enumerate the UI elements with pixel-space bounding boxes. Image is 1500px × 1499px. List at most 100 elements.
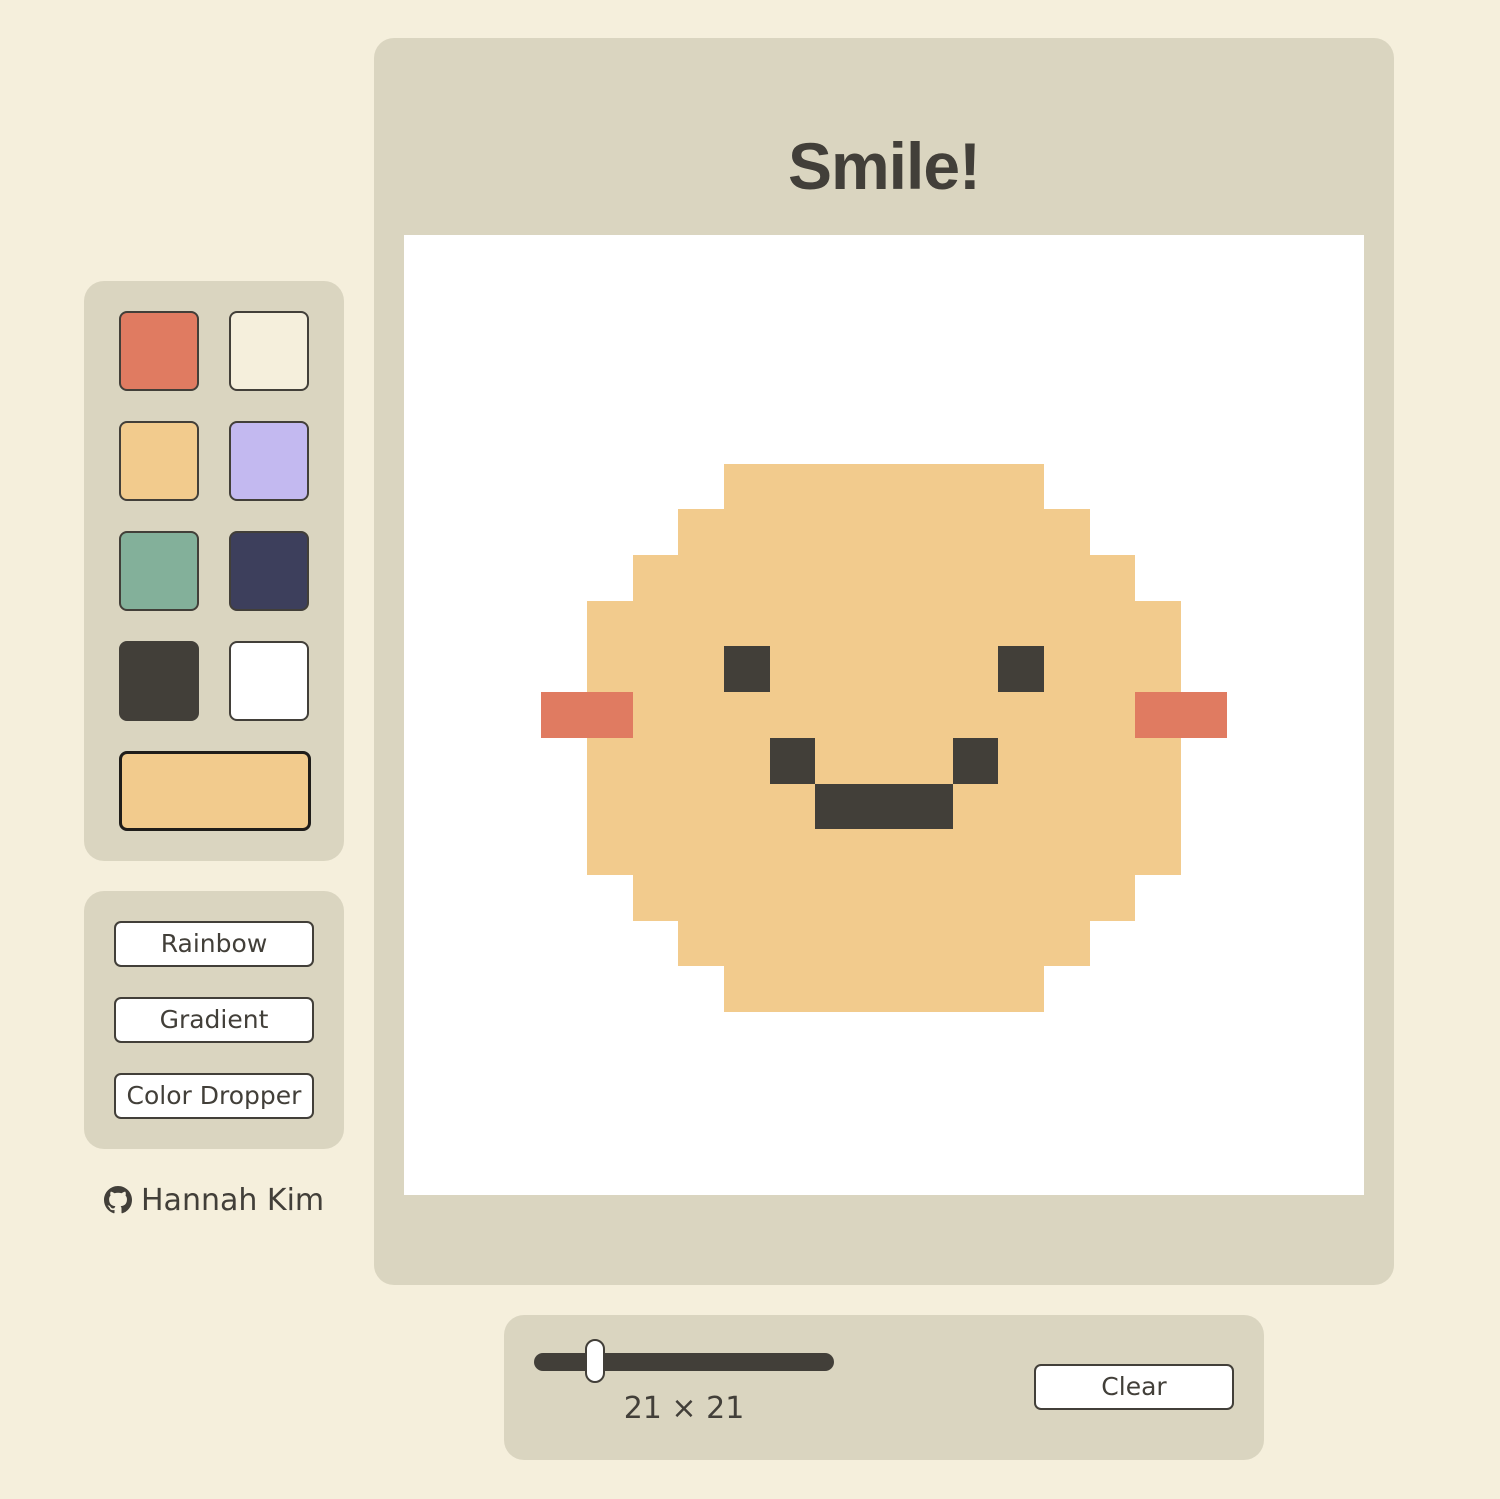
pixel[interactable] bbox=[906, 600, 953, 647]
pixel[interactable] bbox=[541, 829, 587, 875]
pixel[interactable] bbox=[815, 372, 862, 418]
rainbow-button[interactable]: Rainbow bbox=[114, 921, 314, 967]
pixel[interactable] bbox=[404, 646, 450, 693]
pixel[interactable] bbox=[1135, 1057, 1182, 1104]
pixel[interactable] bbox=[678, 737, 724, 784]
pixel[interactable] bbox=[906, 920, 953, 967]
pixel[interactable] bbox=[815, 875, 862, 921]
pixel[interactable] bbox=[724, 966, 770, 1013]
pixel[interactable] bbox=[952, 600, 999, 647]
pixel[interactable] bbox=[1135, 966, 1182, 1013]
swatch-white[interactable] bbox=[229, 641, 309, 721]
pixel[interactable] bbox=[1226, 280, 1273, 327]
pixel[interactable] bbox=[449, 646, 496, 693]
pixel[interactable] bbox=[1181, 875, 1227, 921]
pixel[interactable] bbox=[1044, 737, 1090, 784]
pixel[interactable] bbox=[404, 920, 450, 967]
pixel[interactable] bbox=[541, 737, 587, 784]
pixel[interactable] bbox=[678, 235, 724, 281]
pixel[interactable] bbox=[1226, 326, 1273, 373]
pixel[interactable] bbox=[1226, 463, 1273, 510]
pixel[interactable] bbox=[404, 463, 450, 510]
pixel[interactable] bbox=[1044, 600, 1090, 647]
pixel[interactable] bbox=[449, 737, 496, 784]
pixel[interactable] bbox=[632, 235, 679, 281]
pixel[interactable] bbox=[952, 372, 999, 418]
pixel[interactable] bbox=[1272, 1103, 1319, 1150]
pixel[interactable] bbox=[769, 417, 816, 464]
pixel[interactable] bbox=[678, 1057, 724, 1104]
pixel[interactable] bbox=[541, 600, 587, 647]
pixel[interactable] bbox=[1089, 326, 1136, 373]
pixel[interactable] bbox=[404, 280, 450, 327]
pixel[interactable] bbox=[1135, 235, 1182, 281]
pixel[interactable] bbox=[815, 1103, 862, 1150]
pixel[interactable] bbox=[1044, 920, 1090, 967]
pixel[interactable] bbox=[404, 555, 450, 601]
pixel[interactable] bbox=[998, 235, 1044, 281]
pixel[interactable] bbox=[1135, 326, 1182, 373]
pixel[interactable] bbox=[1089, 692, 1136, 738]
pixel[interactable] bbox=[906, 235, 953, 281]
pixel[interactable] bbox=[1135, 829, 1182, 875]
pixel[interactable] bbox=[495, 463, 542, 510]
pixel[interactable] bbox=[632, 920, 679, 967]
pixel[interactable] bbox=[541, 1057, 587, 1104]
pixel[interactable] bbox=[1089, 1012, 1136, 1058]
pixel[interactable] bbox=[861, 235, 907, 281]
pixel[interactable] bbox=[1318, 692, 1364, 738]
pixel[interactable] bbox=[998, 417, 1044, 464]
pixel[interactable] bbox=[724, 1149, 770, 1195]
pixel[interactable] bbox=[1181, 280, 1227, 327]
pixel[interactable] bbox=[998, 600, 1044, 647]
pixel[interactable] bbox=[632, 280, 679, 327]
pixel[interactable] bbox=[404, 600, 450, 647]
pixel[interactable] bbox=[586, 509, 633, 555]
pixel[interactable] bbox=[1181, 783, 1227, 830]
pixel[interactable] bbox=[586, 646, 633, 693]
pixel[interactable] bbox=[586, 737, 633, 784]
pixel[interactable] bbox=[952, 966, 999, 1013]
pixel[interactable] bbox=[769, 555, 816, 601]
pixel[interactable] bbox=[632, 555, 679, 601]
pixel[interactable] bbox=[1044, 463, 1090, 510]
pixel[interactable] bbox=[632, 692, 679, 738]
pixel[interactable] bbox=[861, 966, 907, 1013]
pixel[interactable] bbox=[815, 737, 862, 784]
pixel[interactable] bbox=[952, 1057, 999, 1104]
pixel[interactable] bbox=[998, 829, 1044, 875]
pixel[interactable] bbox=[1318, 235, 1364, 281]
pixel[interactable] bbox=[1181, 372, 1227, 418]
pixel[interactable] bbox=[1089, 875, 1136, 921]
pixel[interactable] bbox=[1181, 1012, 1227, 1058]
pixel[interactable] bbox=[861, 326, 907, 373]
pixel[interactable] bbox=[449, 1057, 496, 1104]
pixel[interactable] bbox=[861, 600, 907, 647]
pixel[interactable] bbox=[1226, 920, 1273, 967]
pixel[interactable] bbox=[678, 1012, 724, 1058]
pixel[interactable] bbox=[906, 417, 953, 464]
pixel[interactable] bbox=[449, 600, 496, 647]
pixel[interactable] bbox=[998, 920, 1044, 967]
pixel[interactable] bbox=[1135, 463, 1182, 510]
pixel[interactable] bbox=[1044, 555, 1090, 601]
pixel[interactable] bbox=[449, 1149, 496, 1195]
pixel[interactable] bbox=[952, 783, 999, 830]
pixel[interactable] bbox=[1044, 646, 1090, 693]
pixel[interactable] bbox=[769, 829, 816, 875]
pixel[interactable] bbox=[1181, 829, 1227, 875]
pixel[interactable] bbox=[1318, 372, 1364, 418]
pixel[interactable] bbox=[678, 1149, 724, 1195]
pixel[interactable] bbox=[1226, 555, 1273, 601]
pixel[interactable] bbox=[404, 1057, 450, 1104]
pixel[interactable] bbox=[1318, 555, 1364, 601]
pixel[interactable] bbox=[861, 463, 907, 510]
pixel[interactable] bbox=[952, 829, 999, 875]
pixel[interactable] bbox=[1089, 920, 1136, 967]
pixel[interactable] bbox=[861, 1149, 907, 1195]
pixel[interactable] bbox=[861, 829, 907, 875]
pixel[interactable] bbox=[952, 555, 999, 601]
clear-button[interactable]: Clear bbox=[1034, 1364, 1234, 1410]
pixel[interactable] bbox=[861, 646, 907, 693]
pixel[interactable] bbox=[586, 463, 633, 510]
